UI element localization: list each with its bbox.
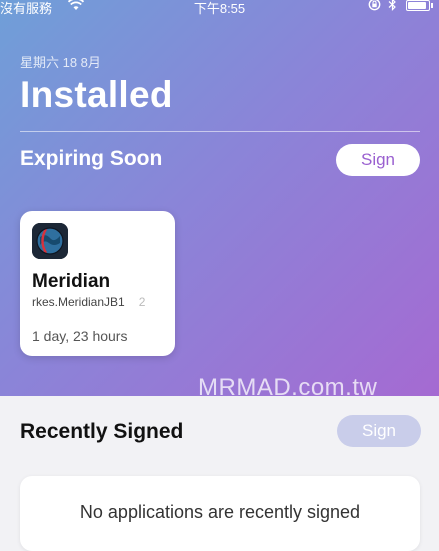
bluetooth-icon bbox=[388, 0, 396, 11]
watermark: MRMAD.com.tw bbox=[198, 374, 378, 396]
app-name: Meridian bbox=[32, 271, 111, 292]
app-bundle-id-tail: 2 bbox=[138, 295, 146, 309]
sign-expiring-button[interactable]: Sign bbox=[336, 144, 420, 176]
sign-recent-button[interactable]: Sign bbox=[337, 415, 421, 447]
status-bar: 沒有服務 下午8:55 bbox=[0, 0, 439, 16]
empty-state-message: No applications are recently signed bbox=[79, 502, 361, 522]
expiring-soon-heading: Expiring Soon bbox=[20, 147, 163, 170]
battery-icon bbox=[406, 0, 433, 11]
recently-signed-section: Recently Signed Sign No applications are… bbox=[0, 396, 439, 551]
meridian-app-icon bbox=[32, 223, 68, 259]
empty-state-card: No applications are recently signed bbox=[20, 476, 420, 551]
app-time-left: 1 day, 23 hours bbox=[32, 328, 128, 344]
header-divider bbox=[20, 131, 420, 132]
orientation-lock-icon bbox=[368, 0, 381, 11]
app-bundle-id: rkes.MeridianJB1 2 bbox=[32, 295, 145, 309]
installed-header: 沒有服務 下午8:55 星期六 18 8月 Installed Expiring… bbox=[0, 0, 439, 396]
date-label: 星期六 18 8月 bbox=[20, 55, 101, 70]
recently-signed-heading: Recently Signed bbox=[20, 420, 184, 443]
app-card-meridian[interactable]: Meridian rkes.MeridianJB1 2 1 day, 23 hou… bbox=[20, 211, 175, 356]
page-title: Installed bbox=[20, 74, 173, 115]
app-bundle-id-text: rkes.MeridianJB1 bbox=[32, 295, 125, 309]
